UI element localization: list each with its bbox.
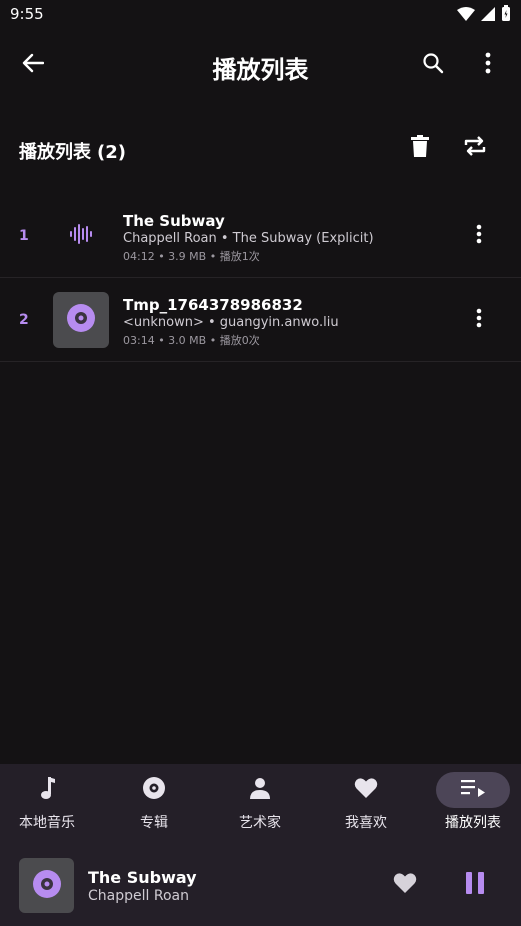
pause-icon — [465, 872, 485, 898]
person-icon — [248, 776, 272, 804]
track-index: 2 — [19, 312, 29, 328]
more-vert-icon — [476, 308, 482, 332]
search-button[interactable] — [418, 50, 448, 80]
track-index: 1 — [19, 228, 29, 244]
favorite-button[interactable] — [392, 872, 418, 898]
clear-playlist-button[interactable] — [406, 134, 434, 162]
nav-tab-albums[interactable]: 专辑 — [102, 772, 206, 836]
nav-tab-playlist[interactable]: 播放列表 — [421, 772, 521, 836]
nav-tab-favorites[interactable]: 我喜欢 — [314, 772, 418, 836]
more-vert-icon — [476, 224, 482, 248]
battery-icon — [501, 5, 511, 25]
cellular-signal-icon — [481, 6, 495, 25]
overflow-menu-button[interactable] — [476, 50, 500, 80]
mini-player-artist: Chappell Roan — [88, 888, 189, 904]
status-icons — [457, 5, 511, 25]
playlist-title-label: 播放列表 — [19, 142, 91, 163]
track-row[interactable]: 2 Tmp_1764378986832 <unknown> • guangyin… — [0, 279, 521, 362]
trash-icon — [411, 135, 429, 161]
music-note-icon — [38, 776, 56, 804]
wifi-icon — [457, 6, 475, 25]
track-artist-album: Chappell Roan • The Subway (Explicit) — [123, 231, 374, 246]
repeat-icon — [463, 135, 487, 161]
heart-icon — [354, 777, 378, 803]
heart-icon — [393, 872, 417, 898]
playlist-count: (2) — [97, 142, 126, 163]
pause-button[interactable] — [462, 872, 488, 898]
playlist-title: 播放列表 (2) — [19, 138, 126, 164]
nav-tab-label: 专辑 — [140, 815, 168, 831]
disc-icon — [66, 303, 96, 337]
now-playing-waveform-icon — [69, 222, 93, 250]
track-row[interactable]: 1 The Subway Chappell Roan • The Subway … — [0, 195, 521, 278]
track-title: Tmp_1764378986832 — [123, 296, 303, 314]
disc-icon — [32, 869, 62, 903]
nav-tab-artists[interactable]: 艺术家 — [208, 772, 312, 836]
track-thumbnail — [53, 292, 109, 348]
nav-tab-label: 本地音乐 — [19, 815, 75, 831]
album-icon — [142, 776, 166, 804]
status-bar: 9:55 — [0, 0, 521, 30]
track-thumbnail — [53, 208, 109, 264]
track-artist-album: <unknown> • guangyin.anwo.liu — [123, 315, 339, 330]
bottom-navigation: 本地音乐 专辑 艺术家 我喜欢 播放列表 — [0, 764, 521, 844]
track-meta: 03:14 • 3.0 MB • 播放0次 — [123, 334, 260, 347]
track-title: The Subway — [123, 212, 225, 230]
status-time: 9:55 — [10, 5, 44, 23]
mini-player[interactable]: The Subway Chappell Roan — [0, 844, 521, 926]
playlist-header: 播放列表 (2) — [0, 128, 521, 172]
playlist-icon — [460, 778, 486, 802]
app-bar: 播放列表 — [0, 30, 521, 100]
nav-tab-label: 艺术家 — [239, 815, 281, 831]
nav-tab-label: 播放列表 — [445, 815, 501, 831]
more-vert-icon — [485, 52, 491, 78]
search-icon — [422, 52, 444, 78]
nav-tab-local-music[interactable]: 本地音乐 — [0, 772, 99, 836]
track-more-button[interactable] — [468, 307, 490, 333]
mini-player-title: The Subway — [88, 868, 197, 887]
repeat-mode-button[interactable] — [460, 134, 490, 162]
nav-tab-label: 我喜欢 — [345, 815, 387, 831]
track-meta: 04:12 • 3.9 MB • 播放1次 — [123, 250, 260, 263]
track-more-button[interactable] — [468, 223, 490, 249]
mini-player-artwork — [19, 858, 74, 913]
